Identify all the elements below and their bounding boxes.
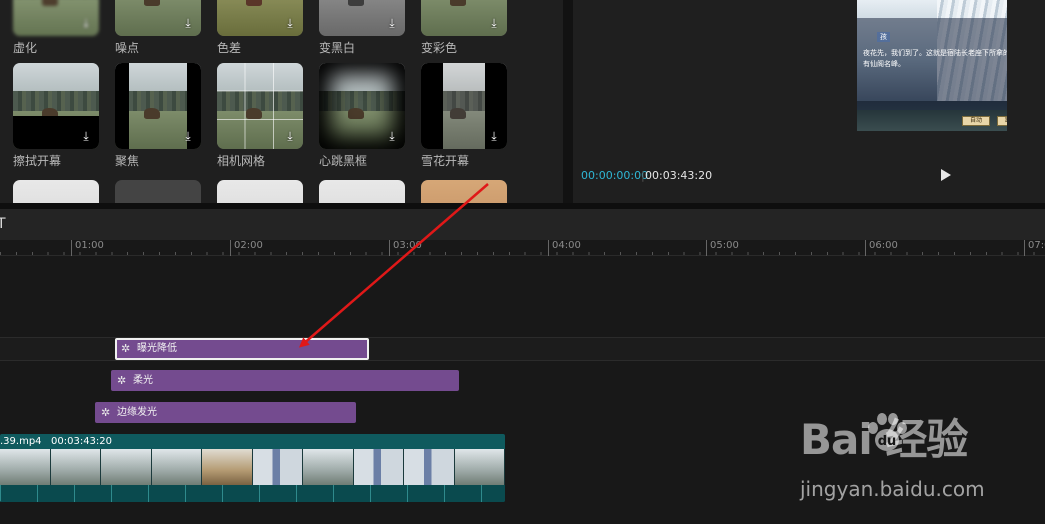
current-timecode: 00:00:00:00	[581, 169, 649, 182]
effect-clip-edge-glow[interactable]: ✲ 边缘发光	[95, 402, 356, 423]
svg-text:du: du	[878, 434, 897, 449]
effect-tile-snow-open[interactable]: ⤓ 雪花开幕	[421, 63, 507, 169]
download-icon[interactable]: ⤓	[78, 128, 94, 144]
effect-label: 擦拭开幕	[13, 154, 62, 168]
ruler-tick-label: 04:00	[548, 240, 581, 256]
effect-tile-wipe-open[interactable]: ⤓ 擦拭开幕	[13, 63, 99, 169]
ruler-tick-label: 07:0	[1024, 240, 1045, 256]
download-icon[interactable]: ⤓	[384, 128, 400, 144]
effect-label: 色差	[217, 41, 242, 55]
effect-clip-soft-light[interactable]: ✲ 柔光	[111, 370, 459, 391]
timeline-toolbar: T	[0, 209, 1045, 240]
effect-tile-black-white[interactable]: ⤓ 变黑白	[319, 0, 405, 56]
time-ruler[interactable]: 01:00 02:00 03:00 04:00 05:00 06:00 07:0	[0, 240, 1045, 256]
effect-tile-heartbeat-frame[interactable]: ⤓ 心跳黑框	[319, 63, 405, 169]
effect-tile[interactable]	[217, 180, 303, 203]
effect-thumbnail[interactable]: ⤓	[421, 63, 507, 149]
effect-label: 心跳黑框	[319, 154, 368, 168]
effect-tile-blur[interactable]: ⤓ 虚化	[13, 0, 99, 56]
effect-label: 变彩色	[421, 41, 458, 55]
download-icon[interactable]: ⤓	[486, 15, 502, 31]
effect-thumbnail[interactable]: ⤓	[115, 63, 201, 149]
download-icon[interactable]: ⤓	[282, 128, 298, 144]
effect-label: 聚焦	[115, 154, 140, 168]
effect-star-icon: ✲	[101, 406, 111, 419]
video-thumbnail-strip	[0, 449, 505, 485]
effect-star-icon: ✲	[117, 374, 127, 387]
effect-label: 噪点	[115, 41, 140, 55]
effect-label: 雪花开幕	[421, 154, 470, 168]
effect-clip-label: 边缘发光	[117, 407, 157, 418]
dialog-text-line: 夜花先，我们到了。这就是宿陆长老座下所拿的	[863, 49, 1007, 57]
dialog-text-line: 有仙阁名峰。	[863, 60, 905, 68]
effect-clip-label: 柔光	[133, 375, 153, 386]
video-clip-filename: .39.mp4	[0, 436, 42, 447]
audio-waveform	[0, 485, 505, 502]
effect-star-icon: ✲	[121, 342, 131, 355]
dialog-auto-button: 自动	[962, 116, 990, 126]
download-icon[interactable]: ⤓	[282, 15, 298, 31]
preview-panel: 孩 夜花先，我们到了。这就是宿陆长老座下所拿的 有仙阁名峰。 自动 跳过 00:…	[573, 0, 1045, 203]
panel-divider[interactable]	[563, 0, 573, 203]
dialog-skip-button: 跳过	[997, 116, 1007, 126]
paw-icon: du	[868, 413, 907, 451]
download-icon[interactable]: ⤓	[486, 128, 502, 144]
effect-thumbnail[interactable]: ⤓	[319, 0, 405, 36]
watermark-url: jingyan.baidu.com	[800, 477, 985, 501]
effect-thumbnail[interactable]	[421, 180, 507, 203]
dialog-speaker-name: 孩	[877, 32, 890, 42]
effect-thumbnail[interactable]: ⤓	[13, 63, 99, 149]
effect-label: 相机网格	[217, 154, 266, 168]
baidu-jingyan-logo: Bai 经验 du	[800, 410, 990, 472]
ruler-tick-label: 02:00	[230, 240, 263, 256]
dialog-box: 孩 夜花先，我们到了。这就是宿陆长老座下所拿的 有仙阁名峰。	[857, 18, 1007, 110]
ruler-tick-label: 06:00	[865, 240, 898, 256]
effects-library-panel: ⤓ 虚化 ⤓ 噪点 ⤓ 色差 ⤓ 变黑白 ⤓ 变彩色 ⤓ 擦拭开幕 ⤓ 聚焦 ⤓…	[0, 0, 563, 203]
ruler-tick-label: 05:00	[706, 240, 739, 256]
video-clip[interactable]: .39.mp4 00:03:43:20	[0, 434, 505, 502]
effect-thumbnail[interactable]	[115, 180, 201, 203]
effect-label: 变黑白	[319, 41, 356, 55]
effect-tile-camera-grid[interactable]: ⤓ 相机网格	[217, 63, 303, 169]
download-icon[interactable]: ⤓	[180, 128, 196, 144]
ruler-tick-label: 03:00	[389, 240, 422, 256]
effect-label: 虚化	[13, 41, 38, 55]
effect-thumbnail[interactable]: ⤓	[421, 0, 507, 36]
effect-thumbnail[interactable]	[319, 180, 405, 203]
effect-thumbnail[interactable]: ⤓	[115, 0, 201, 36]
effect-tile[interactable]	[421, 180, 507, 203]
effect-tile-noise[interactable]: ⤓ 噪点	[115, 0, 201, 56]
preview-video-frame[interactable]: 孩 夜花先，我们到了。这就是宿陆长老座下所拿的 有仙阁名峰。 自动 跳过	[857, 0, 1007, 131]
effect-tile-focus[interactable]: ⤓ 聚焦	[115, 63, 201, 169]
effect-thumbnail[interactable]: ⤓	[217, 63, 303, 149]
total-timecode: 00:03:43:20	[645, 169, 713, 182]
video-clip-header: .39.mp4 00:03:43:20	[0, 434, 505, 449]
download-icon[interactable]: ⤓	[384, 15, 400, 31]
download-icon[interactable]: ⤓	[78, 15, 94, 31]
effect-tile-chromatic[interactable]: ⤓ 色差	[217, 0, 303, 56]
play-button[interactable]	[940, 168, 952, 182]
effect-thumbnail[interactable]	[13, 180, 99, 203]
effect-tile-colorize[interactable]: ⤓ 变彩色	[421, 0, 507, 56]
effect-thumbnail[interactable]	[217, 180, 303, 203]
video-clip-duration: 00:03:43:20	[51, 436, 113, 447]
effect-clip-label: 曝光降低	[137, 343, 177, 354]
effect-clip-exposure-down[interactable]: ✲ 曝光降低	[115, 338, 369, 360]
effect-tile[interactable]	[319, 180, 405, 203]
effect-thumbnail[interactable]: ⤓	[319, 63, 405, 149]
effect-tile[interactable]	[115, 180, 201, 203]
effect-thumbnail[interactable]: ⤓	[13, 0, 99, 36]
toolbar-text-icon[interactable]: T	[0, 216, 6, 232]
download-icon[interactable]: ⤓	[180, 15, 196, 31]
effect-tile[interactable]	[13, 180, 99, 203]
effect-thumbnail[interactable]: ⤓	[217, 0, 303, 36]
ruler-tick-label: 01:00	[71, 240, 104, 256]
